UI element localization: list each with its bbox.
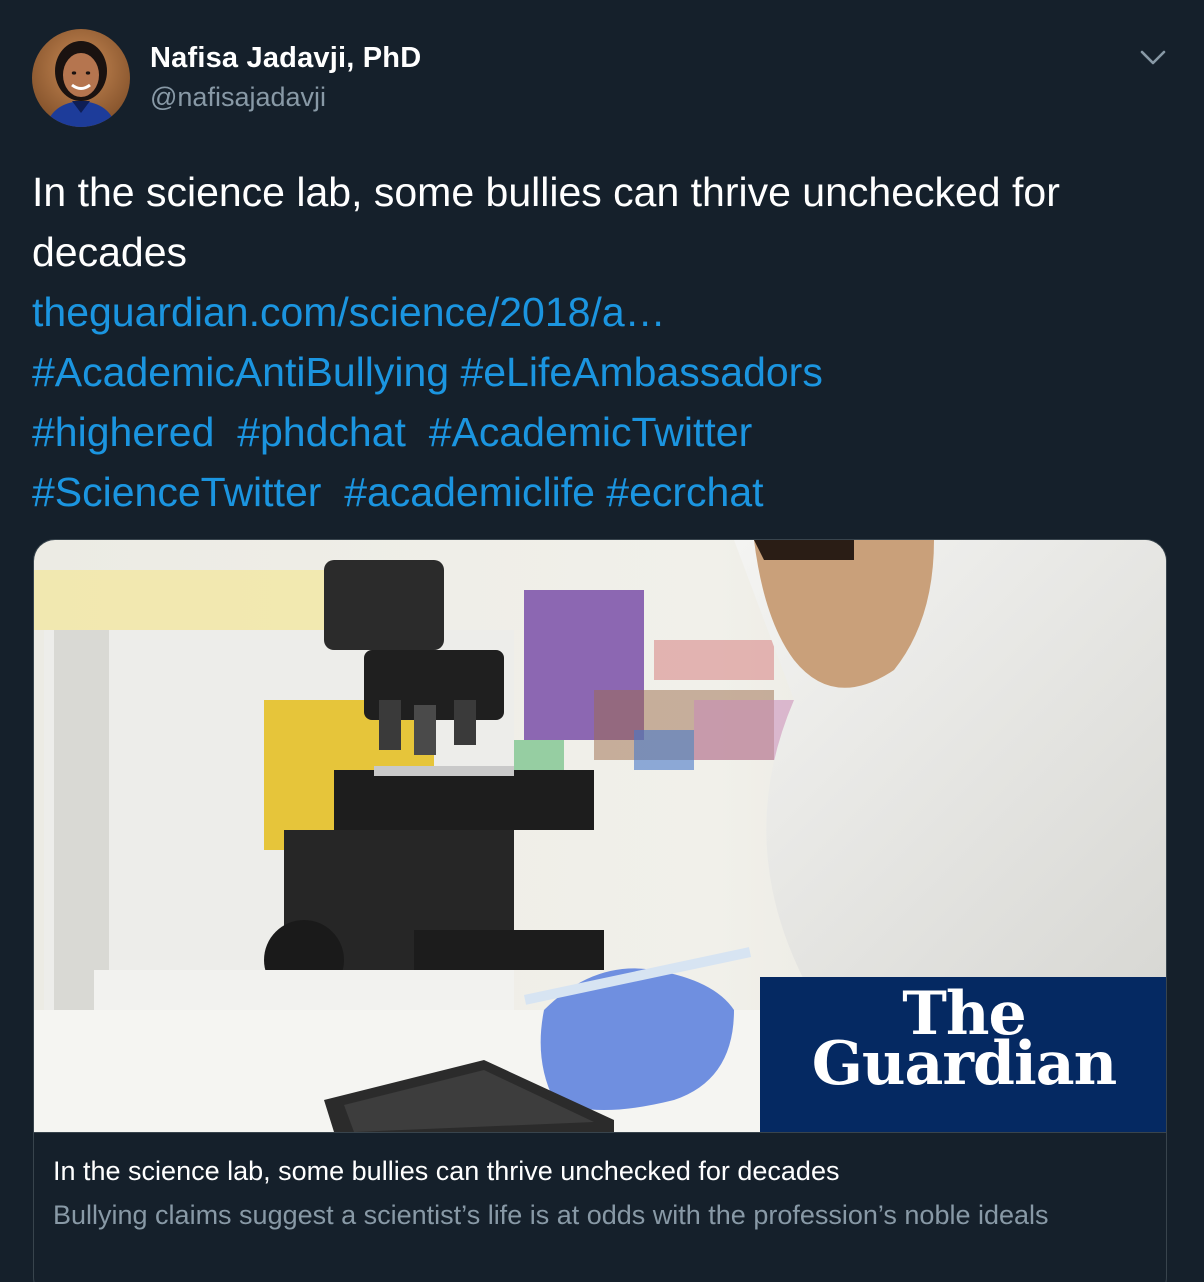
- hashtag[interactable]: #AcademicTwitter: [429, 409, 753, 455]
- author-handle[interactable]: @nafisajadavji: [150, 82, 326, 113]
- guardian-logo: The Guardian: [760, 977, 1166, 1132]
- hashtag[interactable]: #highered: [32, 409, 214, 455]
- hashtag[interactable]: #AcademicAntiBullying: [32, 349, 449, 395]
- tweet-text-line-1: In the science lab, some bullies can thr…: [32, 169, 1060, 215]
- author-name[interactable]: Nafisa Jadavji, PhD: [150, 42, 421, 75]
- hashtag[interactable]: #ecrchat: [606, 469, 763, 515]
- card-title: In the science lab, some bullies can thr…: [53, 1156, 840, 1186]
- hashtag[interactable]: #eLifeAmbassadors: [460, 349, 822, 395]
- avatar-image: [32, 29, 130, 127]
- hashtag[interactable]: #ScienceTwitter: [32, 469, 321, 515]
- guardian-logo-line-2: Guardian: [811, 1029, 1118, 1099]
- chevron-down-icon[interactable]: [1136, 40, 1170, 74]
- tweet: Nafisa Jadavji, PhD @nafisajadavji In th…: [0, 0, 1204, 1282]
- hashtag[interactable]: #academiclife: [344, 469, 595, 515]
- link-card[interactable]: The Guardian In the science lab, some bu…: [33, 539, 1167, 1282]
- card-description: Bullying claims suggest a scientist’s li…: [53, 1200, 1049, 1230]
- avatar[interactable]: [32, 29, 130, 127]
- tweet-text-line-2: decades: [32, 229, 188, 275]
- tweet-text: In the science lab, some bullies can thr…: [32, 162, 1182, 522]
- hashtag[interactable]: #phdchat: [237, 409, 406, 455]
- card-image: The Guardian: [34, 540, 1166, 1133]
- tweet-link[interactable]: theguardian.com/science/2018/a…: [32, 289, 666, 335]
